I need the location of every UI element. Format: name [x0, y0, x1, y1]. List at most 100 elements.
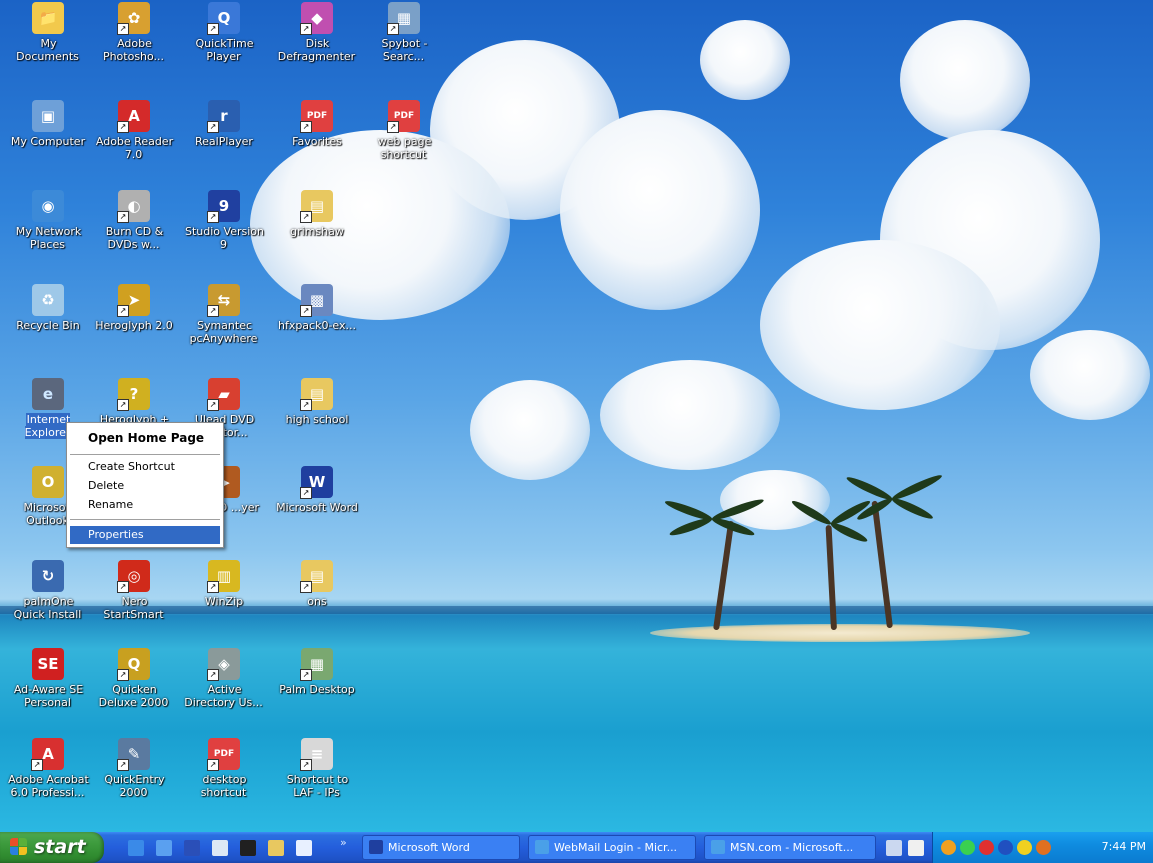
- desktop-icon-label: Microsoft Word: [276, 501, 358, 514]
- adobe-acrobat-icon: A ↗: [31, 738, 64, 771]
- start-label: start: [34, 836, 86, 858]
- icon-glyph: ◉: [41, 197, 55, 215]
- shortcut-arrow-icon: ↗: [207, 759, 219, 771]
- grimshaw-folder-icon: ▤ ↗: [300, 190, 333, 223]
- shortcut-arrow-icon: ↗: [300, 581, 312, 593]
- quicklaunch-cmd-icon[interactable]: [240, 840, 256, 856]
- menu-create-shortcut[interactable]: Create Shortcut: [70, 458, 220, 476]
- tray-network-icon[interactable]: [960, 840, 975, 855]
- desktop-icon-my-computer[interactable]: ▣ My Computer: [6, 100, 90, 148]
- ulead-dvd-icon: ▰ ↗: [207, 378, 240, 411]
- start-button[interactable]: start: [0, 832, 104, 863]
- desktop-icon-quicktime-player[interactable]: Q ↗ QuickTime Player: [182, 2, 266, 63]
- desktop-icon-disk-defragmenter[interactable]: ◆ ↗ Disk Defragmenter: [275, 2, 359, 63]
- task-msn[interactable]: MSN.com - Microsoft...: [704, 835, 876, 860]
- quicklaunch-document-icon[interactable]: [296, 840, 312, 856]
- desktop-icon-high-school-folder[interactable]: ▤ ↗ high school: [275, 378, 359, 426]
- tray-nero-icon[interactable]: [1017, 840, 1032, 855]
- desktop-icon-shortcut-laf-ips[interactable]: ≡ ↗ Shortcut to LAF - IPs: [275, 738, 359, 799]
- desktop-icon-studio-version-9[interactable]: 9 ↗ Studio Version 9: [182, 190, 266, 251]
- desktop-icon-my-network-places[interactable]: ◉ My Network Places: [6, 190, 90, 251]
- desktop-icon-grimshaw-folder[interactable]: ▤ ↗ grimshaw: [275, 190, 359, 238]
- desktop-icon-ons-folder[interactable]: ▤ ↗ ons: [275, 560, 359, 608]
- high-school-folder-icon: ▤ ↗: [300, 378, 333, 411]
- shortcut-arrow-icon: ↗: [207, 581, 219, 593]
- menu-rename[interactable]: Rename: [70, 496, 220, 514]
- shortcut-arrow-icon: ↗: [387, 23, 399, 35]
- clock[interactable]: 7:44 PM: [1102, 840, 1146, 853]
- quicklaunch-ie2-icon[interactable]: [156, 840, 172, 856]
- quicklaunch-ie-icon[interactable]: [128, 840, 144, 856]
- desktop-icon-favorites-pdf[interactable]: PDF ↗ Favorites: [275, 100, 359, 148]
- menu-open-home-page[interactable]: Open Home Page: [70, 429, 220, 447]
- tray-antivirus-icon[interactable]: [979, 840, 994, 855]
- desktop-icon-desktop-shortcut-pdf[interactable]: PDF ↗ desktop shortcut: [182, 738, 266, 799]
- desktop-icon-microsoft-word[interactable]: W ↗ Microsoft Word: [275, 466, 359, 514]
- desktop-icon-hfxpack[interactable]: ▩ ↗ hfxpack0-ex...: [275, 284, 359, 332]
- desktop-icon-quickentry[interactable]: ✎ ↗ QuickEntry 2000: [92, 738, 176, 799]
- shortcut-arrow-icon: ↗: [207, 23, 219, 35]
- desktop-icon-label: Recycle Bin: [16, 319, 80, 332]
- my-documents-icon: 📁: [32, 2, 64, 34]
- shortcut-arrow-icon: ↗: [300, 305, 312, 317]
- wallpaper-cloud: [760, 240, 1000, 410]
- quicklaunch-folder-icon[interactable]: [268, 840, 284, 856]
- menu-properties[interactable]: Properties: [70, 526, 220, 544]
- quicken-deluxe-icon: Q ↗: [117, 648, 150, 681]
- tray-arrow-icon[interactable]: [1036, 840, 1051, 855]
- desktop-icon-adobe-acrobat[interactable]: A ↗ Adobe Acrobat 6.0 Professi...: [6, 738, 90, 799]
- shortcut-arrow-icon: ↗: [117, 581, 129, 593]
- taskbar: start » Microsoft Word WebMail Login - Mi…: [0, 832, 1153, 863]
- desktop-icon-palmone-quick-install[interactable]: ↻ palmOne Quick Install: [6, 560, 90, 621]
- palm-desktop-icon: ▦ ↗: [300, 648, 333, 681]
- desktop-icon-web-page-shortcut-pdf[interactable]: PDF ↗ web page shortcut: [362, 100, 446, 161]
- quicklaunch-notepad-icon[interactable]: [212, 840, 228, 856]
- desktop-icon-recycle-bin[interactable]: ♻ Recycle Bin: [6, 284, 90, 332]
- shortcut-arrow-icon: ↗: [300, 121, 312, 133]
- quick-launch-chevron-icon[interactable]: »: [340, 836, 347, 849]
- task-webmail-login[interactable]: WebMail Login - Micr...: [528, 835, 696, 860]
- desktop-icon-label: palmOne Quick Install: [13, 595, 82, 621]
- tray-realplayer-icon[interactable]: [998, 840, 1013, 855]
- desktop-icon-winzip[interactable]: ▥ ↗ WinZip: [182, 560, 266, 608]
- desktop-icon-my-documents[interactable]: 📁 My Documents: [6, 2, 90, 63]
- desktop-icon-heroglyph[interactable]: ➤ ↗ Heroglyph 2.0: [92, 284, 176, 332]
- desktop[interactable]: 📁 My Documents ✿ ↗ Adobe Photosho... Q ↗ QuickT…: [0, 0, 1153, 832]
- quicklaunch-word-icon[interactable]: [184, 840, 200, 856]
- desktop-icon-adobe-reader[interactable]: A ↗ Adobe Reader 7.0: [92, 100, 176, 161]
- tray-msn-icon[interactable]: [941, 840, 956, 855]
- desktop-icon-label: QuickEntry 2000: [104, 773, 165, 799]
- desktop-icon-adobe-photoshop[interactable]: ✿ ↗ Adobe Photosho...: [92, 2, 176, 63]
- toolbar-icon[interactable]: [908, 840, 924, 856]
- disk-defragmenter-icon: ◆ ↗: [300, 2, 333, 35]
- desktop-icon-nero-startsmart[interactable]: ◎ ↗ Nero StartSmart: [92, 560, 176, 621]
- desktop-icon-burn-cd[interactable]: ◐ ↗ Burn CD & DVDs w...: [92, 190, 176, 251]
- desktop-icon-label: WinZip: [204, 595, 244, 608]
- desktop-icon-label: Nero StartSmart: [103, 595, 164, 621]
- icon-glyph: e: [42, 385, 54, 403]
- menu-separator: [70, 519, 220, 520]
- windows-flag-icon: [10, 838, 28, 856]
- shortcut-arrow-icon: ↗: [300, 23, 312, 35]
- desktop-icon-active-directory[interactable]: ◈ ↗ Active Directory Us...: [182, 648, 266, 709]
- wallpaper-cloud: [700, 20, 790, 100]
- adobe-photoshop-icon: ✿ ↗: [117, 2, 150, 35]
- studio-version-9-icon: 9 ↗: [207, 190, 240, 223]
- task-microsoft-word-icon: [369, 840, 383, 854]
- desktop-icon-label: web page shortcut: [377, 135, 432, 161]
- desktop-icon-label: Adobe Reader 7.0: [95, 135, 174, 161]
- desktop-icon-spybot[interactable]: ▦ ↗ Spybot - Searc...: [362, 2, 446, 63]
- task-microsoft-word[interactable]: Microsoft Word: [362, 835, 520, 860]
- desktop-icon-palm-desktop[interactable]: ▦ ↗ Palm Desktop: [275, 648, 359, 696]
- desktop-icon-label: grimshaw: [290, 225, 344, 238]
- desktop-icon-symantec-pcanywhere[interactable]: ⇆ ↗ Symantec pcAnywhere: [182, 284, 266, 345]
- language-bar-icon[interactable]: [886, 840, 902, 856]
- wallpaper-cloud: [560, 110, 760, 310]
- desktop-icon-quicken-deluxe[interactable]: Q ↗ Quicken Deluxe 2000: [92, 648, 176, 709]
- desktop-icon-ad-aware[interactable]: SE Ad-Aware SE Personal: [6, 648, 90, 709]
- menu-delete[interactable]: Delete: [70, 477, 220, 495]
- desktop-icon-realplayer[interactable]: r ↗ RealPlayer: [182, 100, 266, 148]
- palm-frond: [829, 520, 869, 545]
- icon-glyph: ▣: [40, 107, 56, 125]
- shortcut-arrow-icon: ↗: [207, 669, 219, 681]
